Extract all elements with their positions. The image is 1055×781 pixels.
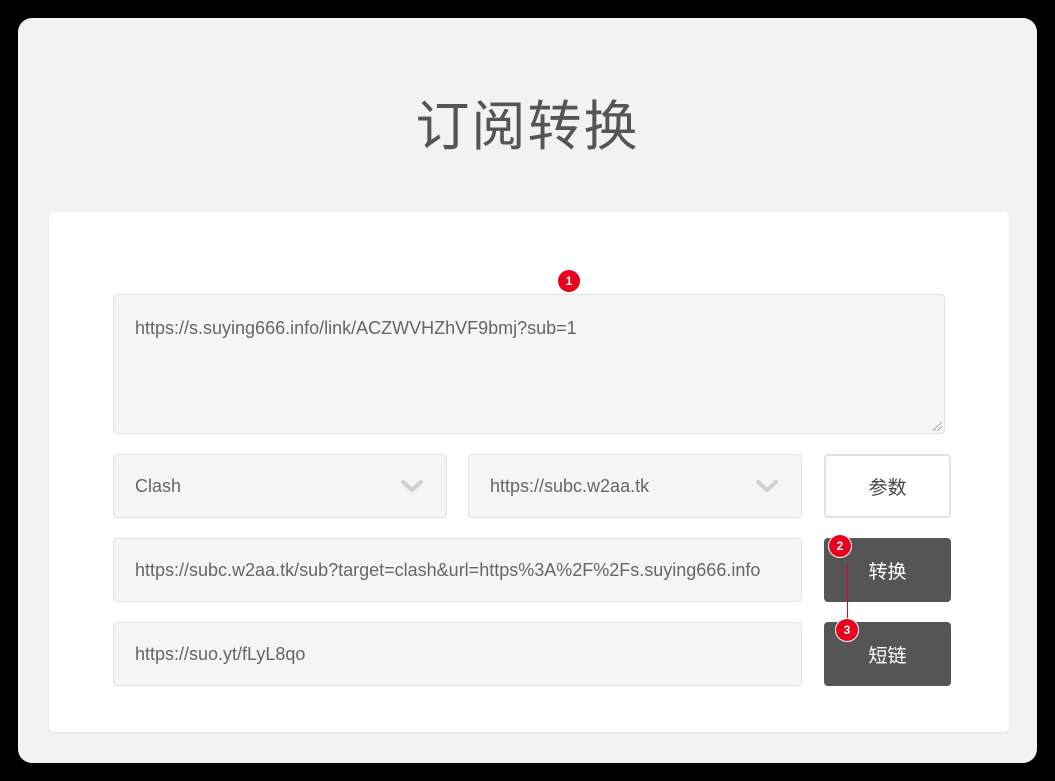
backend-select[interactable]: https://subc.w2aa.tk xyxy=(468,454,802,518)
annotation-badge-1: 1 xyxy=(558,270,580,292)
subscription-url-text: https://s.suying666.info/link/ACZWVHZhVF… xyxy=(135,318,577,338)
converter-card: https://s.suying666.info/link/ACZWVHZhVF… xyxy=(49,212,1009,732)
chevron-down-icon xyxy=(401,480,423,492)
backend-select-value: https://subc.w2aa.tk xyxy=(490,475,650,496)
resize-handle-icon[interactable] xyxy=(933,422,942,431)
target-select-value: Clash xyxy=(135,475,182,496)
annotation-badge-3: 3 xyxy=(836,619,858,641)
chevron-down-icon xyxy=(756,480,778,492)
target-select[interactable]: Clash xyxy=(113,454,447,518)
page-title: 订阅转换 xyxy=(415,95,640,158)
converted-url-field[interactable]: https://subc.w2aa.tk/sub?target=clash&ur… xyxy=(113,538,802,602)
annotation-badge-2: 2 xyxy=(829,535,851,557)
params-button[interactable]: 参数 xyxy=(824,454,951,518)
short-url-text: https://suo.yt/fLyL8qo xyxy=(135,643,306,664)
short-url-field[interactable]: https://suo.yt/fLyL8qo xyxy=(113,622,802,686)
app-window: 订阅转换 https://s.suying666.info/link/ACZWV… xyxy=(18,18,1037,763)
subscription-url-textarea[interactable]: https://s.suying666.info/link/ACZWVHZhVF… xyxy=(113,294,945,434)
converted-url-text: https://subc.w2aa.tk/sub?target=clash&ur… xyxy=(135,559,761,580)
annotation-connector xyxy=(847,564,848,624)
